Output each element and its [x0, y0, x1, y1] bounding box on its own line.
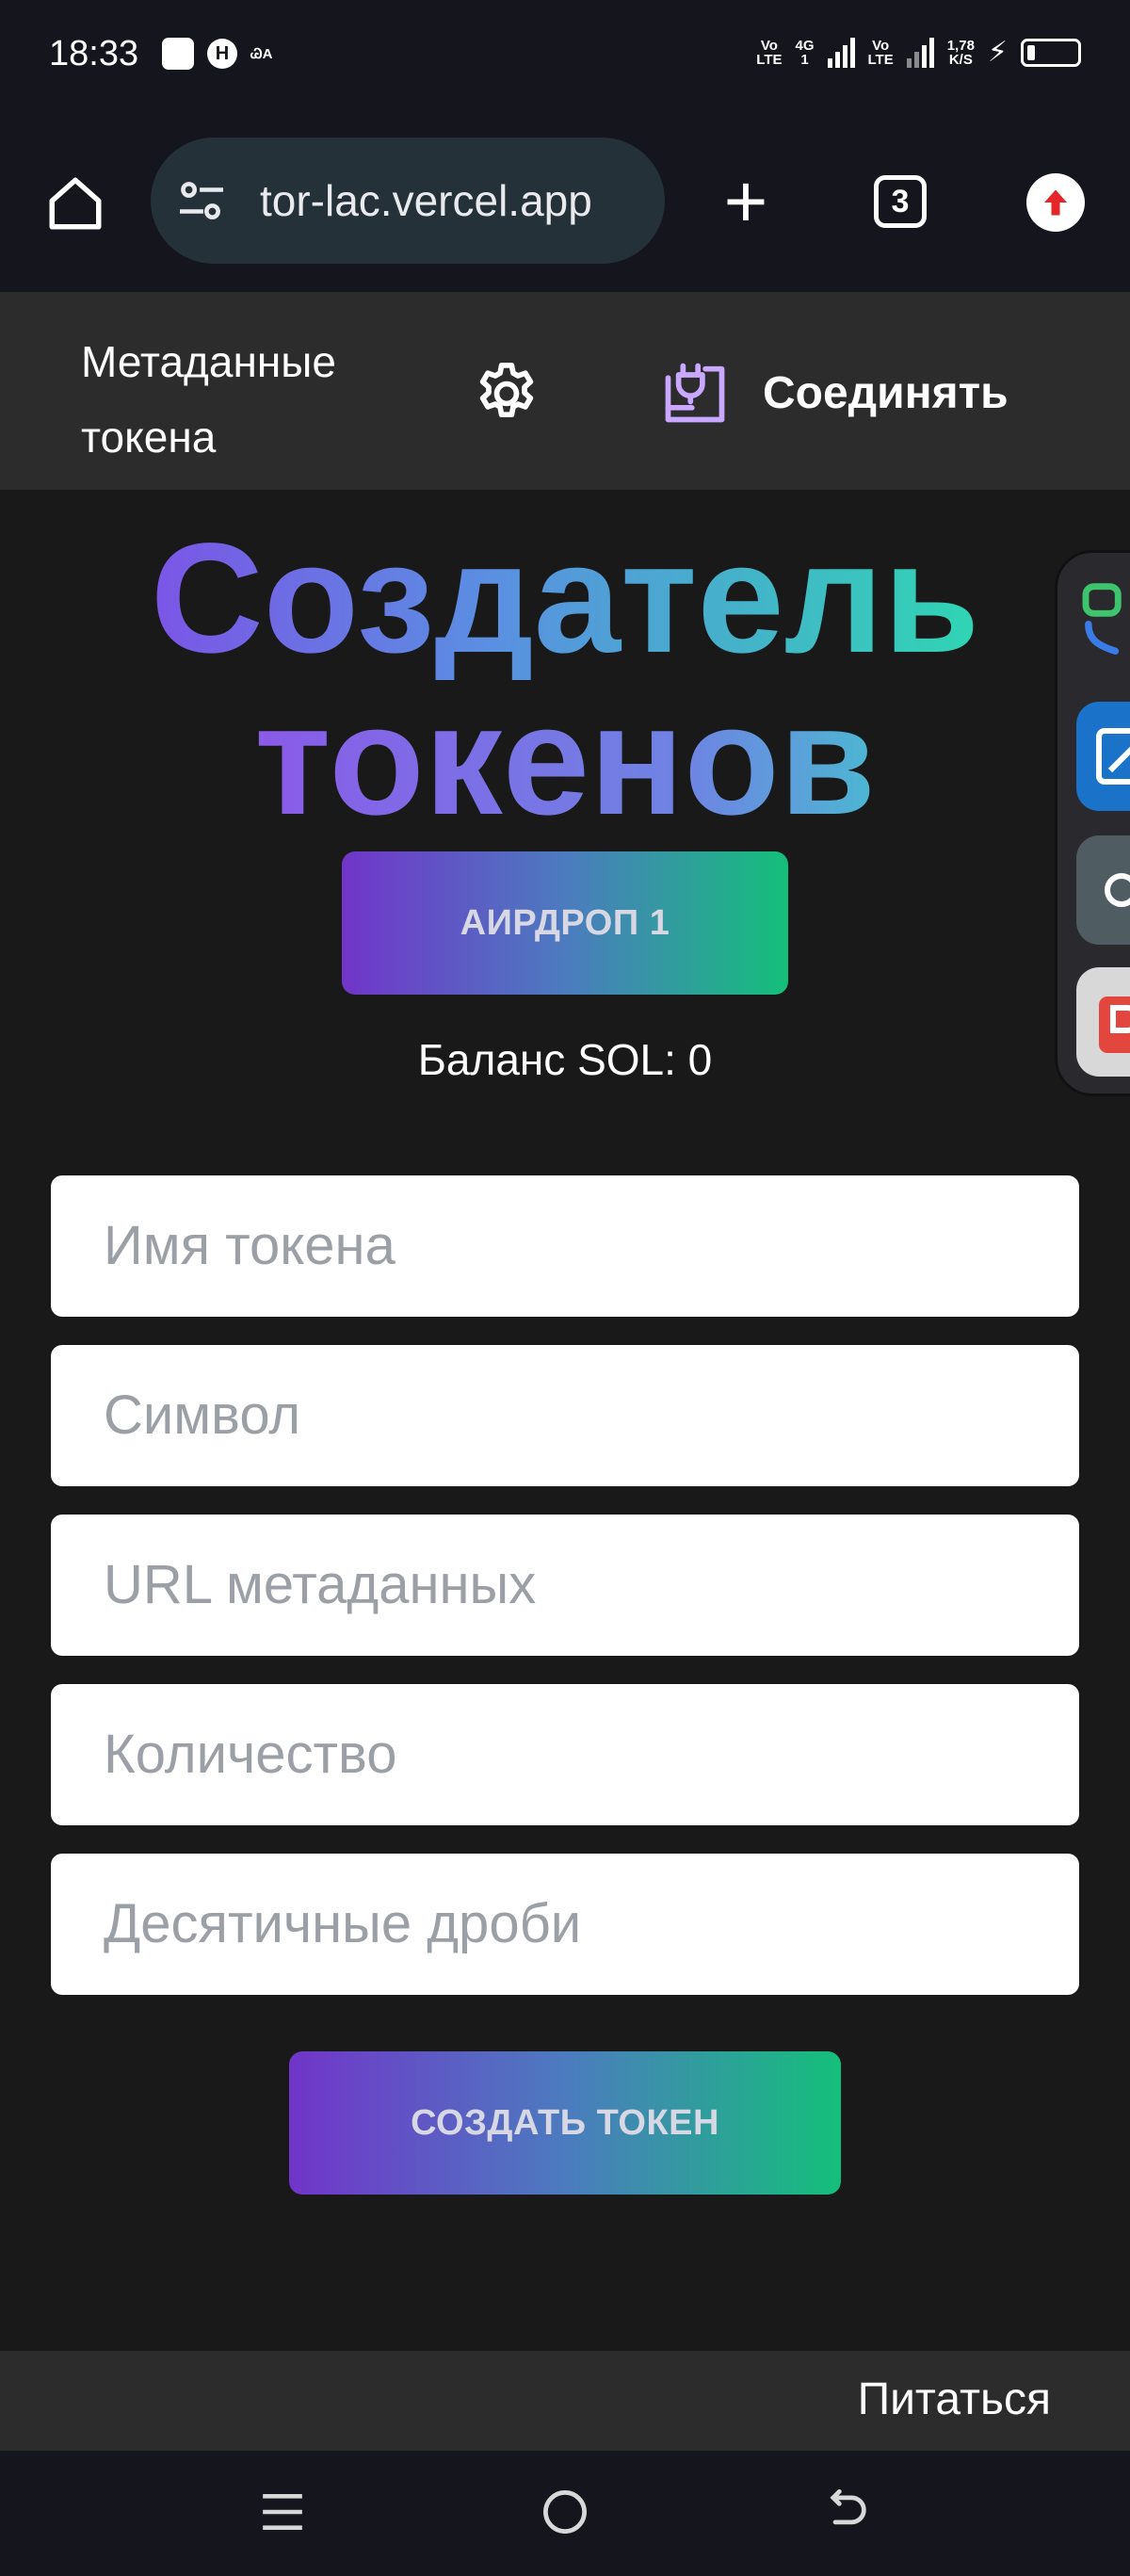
menu-button[interactable]	[245, 2479, 320, 2545]
create-token-button[interactable]: СОЗДАТЬ ТОКЕН	[289, 2051, 841, 2195]
token-name-input[interactable]: Имя токена	[51, 1175, 1079, 1317]
network-speed: 1,78 K/S	[946, 37, 975, 68]
notes-icon	[1096, 728, 1130, 785]
multi-window-icon	[1082, 583, 1122, 655]
notification-square-icon	[162, 38, 194, 70]
side-app-2[interactable]	[1076, 702, 1130, 811]
network-type-indicator: 4G 1	[795, 37, 815, 68]
volte-indicator-2: Vo LTE	[867, 37, 894, 68]
system-status-bar: 18:33 H ᏊA Vo LTE 4G 1 Vo LTE 1,78 K/S ⚡	[0, 0, 1130, 113]
battery-icon	[1021, 38, 1081, 67]
home-circle-icon	[543, 2490, 587, 2534]
decimals-input[interactable]: Десятичные дроби	[51, 1854, 1079, 1995]
back-icon	[830, 2488, 866, 2525]
search-circle-icon	[1105, 873, 1130, 907]
app-header: Метаданные токена Соединять	[0, 292, 1130, 490]
page-title-line-2: токенов	[254, 673, 876, 848]
status-right-icons: Vo LTE 4G 1 Vo LTE 1,78 K/S ⚡	[756, 36, 1081, 69]
tab-switcher-button[interactable]: 3	[874, 175, 927, 228]
system-navigation-bar	[0, 2451, 1130, 2576]
site-settings-icon[interactable]	[175, 179, 228, 222]
menu-icon	[263, 2494, 302, 2530]
presentation-app-icon	[1099, 996, 1130, 1053]
status-left-icons: H ᏊA	[162, 38, 272, 70]
side-app-1[interactable]	[1076, 581, 1130, 675]
footer-bar: Питаться	[0, 2351, 1130, 2451]
signal-icon-2	[906, 37, 934, 68]
update-button[interactable]	[1026, 173, 1085, 232]
token-metadata-link[interactable]: Метаданные токена	[81, 324, 420, 475]
gear-icon	[479, 363, 534, 418]
charging-icon: ⚡	[987, 37, 1008, 68]
back-button[interactable]	[810, 2479, 885, 2545]
floating-app-panel[interactable]	[1055, 550, 1130, 1096]
update-icon	[1044, 189, 1067, 216]
page-title: Создатель токенов	[0, 518, 1130, 842]
airdrop-button[interactable]: АИРДРОП 1	[342, 851, 788, 995]
new-tab-button[interactable]: +	[708, 156, 783, 251]
address-bar[interactable]: tor-lac.vercel.app	[151, 138, 665, 264]
url-text[interactable]: tor-lac.vercel.app	[260, 175, 592, 226]
new-tab-icon: +	[723, 159, 768, 243]
page-title-line-1: Создатель	[150, 511, 980, 686]
connect-wallet-button[interactable]: Соединять	[659, 350, 1009, 435]
connect-label: Соединять	[763, 367, 1009, 418]
ca-indicator: ᏊA	[250, 45, 273, 62]
volte-indicator-1: Vo LTE	[756, 37, 783, 68]
h-badge-icon: H	[207, 39, 237, 69]
power-link[interactable]: Питаться	[858, 2373, 1051, 2425]
amount-input[interactable]: Количество	[51, 1684, 1079, 1825]
plug-icon	[665, 363, 725, 423]
side-app-3[interactable]	[1076, 835, 1130, 945]
browser-toolbar: tor-lac.vercel.app + 3	[0, 113, 1130, 292]
home-icon	[49, 177, 102, 230]
home-nav-button[interactable]	[527, 2479, 603, 2545]
home-button[interactable]	[38, 166, 113, 241]
metadata-url-input[interactable]: URL метаданных	[51, 1515, 1079, 1656]
side-app-4[interactable]	[1076, 967, 1130, 1077]
sol-balance: Баланс SOL: 0	[417, 1035, 713, 1084]
signal-icon	[827, 37, 855, 68]
settings-button[interactable]	[471, 358, 542, 429]
status-time: 18:33	[49, 34, 139, 73]
token-symbol-input[interactable]: Символ	[51, 1345, 1079, 1486]
